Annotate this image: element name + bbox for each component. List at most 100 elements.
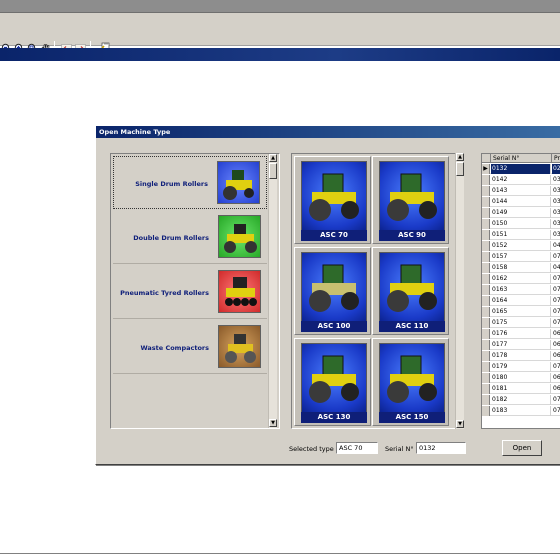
row-selector[interactable] [482, 406, 490, 416]
table-row[interactable]: 015707/ [482, 252, 560, 262]
cell-pro[interactable]: 03/ [552, 208, 560, 218]
table-row[interactable]: 016407/ [482, 296, 560, 306]
cell-serial[interactable]: 0180 [491, 373, 551, 383]
row-selector[interactable] [482, 362, 490, 372]
scroll-thumb[interactable] [269, 163, 277, 179]
cell-pro[interactable]: 06/ [552, 384, 560, 394]
cell-serial[interactable]: 0144 [491, 197, 551, 207]
category-scrollbar[interactable]: ▲ ▼ [268, 154, 277, 428]
cell-pro[interactable]: 07/ [552, 274, 560, 284]
cell-serial[interactable]: 0151 [491, 230, 551, 240]
category-single-drum-rollers[interactable]: Single Drum Rollers [113, 156, 267, 209]
row-selector[interactable] [482, 252, 490, 262]
cell-serial[interactable]: 0183 [491, 406, 551, 416]
cell-serial[interactable]: 0142 [491, 175, 551, 185]
cell-serial[interactable]: 0163 [491, 285, 551, 295]
model-tile-asc-110[interactable]: ASC 110 [372, 247, 449, 335]
row-selector[interactable] [482, 263, 490, 273]
row-selector[interactable] [482, 186, 490, 196]
row-selector[interactable] [482, 318, 490, 328]
cell-pro[interactable]: 02/ [552, 164, 560, 174]
table-row[interactable]: 016507/ [482, 307, 560, 317]
table-row[interactable]: 017606/ [482, 329, 560, 339]
row-selector[interactable] [482, 329, 490, 339]
row-selector[interactable] [482, 219, 490, 229]
cell-serial[interactable]: 0164 [491, 296, 551, 306]
row-selector[interactable] [482, 208, 490, 218]
cell-serial[interactable]: 0165 [491, 307, 551, 317]
cell-serial[interactable]: 0149 [491, 208, 551, 218]
cell-pro[interactable]: 07/ [552, 296, 560, 306]
cell-pro[interactable]: 03/ [552, 186, 560, 196]
cell-pro[interactable]: 06/ [552, 329, 560, 339]
category-pneumatic-tyred-rollers[interactable]: Pneumatic Tyred Rollers [113, 266, 267, 319]
row-selector[interactable] [482, 296, 490, 306]
cell-pro[interactable]: 07/ [552, 318, 560, 328]
cell-pro[interactable]: 07/ [552, 406, 560, 416]
cell-serial[interactable]: 0177 [491, 340, 551, 350]
cell-serial[interactable]: 0162 [491, 274, 551, 284]
row-selector[interactable] [482, 351, 490, 361]
cell-pro[interactable]: 03/ [552, 175, 560, 185]
cell-pro[interactable]: 04/ [552, 241, 560, 251]
row-selector[interactable] [482, 307, 490, 317]
model-tile-asc-70[interactable]: ASC 70 [294, 156, 371, 244]
row-selector[interactable] [482, 175, 490, 185]
column-header-serial[interactable]: Serial N° [491, 154, 552, 163]
selected-type-field[interactable]: ASC 70 [336, 442, 378, 454]
cell-serial[interactable]: 0176 [491, 329, 551, 339]
model-tile-asc-100[interactable]: ASC 100 [294, 247, 371, 335]
table-row[interactable]: 014903/ [482, 208, 560, 218]
cell-pro[interactable]: 07/ [552, 362, 560, 372]
model-tile-asc-90[interactable]: ASC 90 [372, 156, 449, 244]
table-row[interactable]: 017706/ [482, 340, 560, 350]
cell-pro[interactable]: 06/ [552, 340, 560, 350]
table-row[interactable]: 018207/ [482, 395, 560, 405]
table-row[interactable]: 014403/ [482, 197, 560, 207]
cell-pro[interactable]: 03/ [552, 219, 560, 229]
category-double-drum-rollers[interactable]: Double Drum Rollers [113, 211, 267, 264]
table-row[interactable]: 018106/ [482, 384, 560, 394]
scroll-up-icon[interactable]: ▲ [269, 154, 277, 162]
category-waste-compactors[interactable]: Waste Compactors [113, 321, 267, 374]
table-row[interactable]: 015204/ [482, 241, 560, 251]
open-button[interactable]: Open [502, 440, 542, 456]
row-selector[interactable] [482, 373, 490, 383]
cell-serial[interactable]: 0157 [491, 252, 551, 262]
cell-serial[interactable]: 0178 [491, 351, 551, 361]
serial-field[interactable]: 0132 [416, 442, 466, 454]
row-selector[interactable] [482, 197, 490, 207]
table-row[interactable]: 017507/ [482, 318, 560, 328]
cell-pro[interactable]: 07/ [552, 395, 560, 405]
table-row[interactable]: 014303/ [482, 186, 560, 196]
column-header-pro[interactable]: Pro [552, 154, 560, 163]
cell-pro[interactable]: 04/ [552, 263, 560, 273]
table-row[interactable]: 014203/ [482, 175, 560, 185]
current-row-indicator-icon[interactable]: ▶ [482, 164, 490, 174]
scroll-up-icon[interactable]: ▲ [456, 153, 464, 161]
table-row[interactable]: 017907/ [482, 362, 560, 372]
cell-pro[interactable]: 07/ [552, 252, 560, 262]
row-selector[interactable] [482, 230, 490, 240]
scroll-down-icon[interactable]: ▼ [456, 420, 464, 428]
cell-pro[interactable]: 03/ [552, 230, 560, 240]
table-row[interactable]: 018307/ [482, 406, 560, 416]
row-selector[interactable] [482, 274, 490, 284]
row-selector[interactable] [482, 395, 490, 405]
cell-pro[interactable]: 07/ [552, 307, 560, 317]
table-row[interactable]: 015804/ [482, 263, 560, 273]
cell-serial[interactable]: 0158 [491, 263, 551, 273]
row-selector[interactable] [482, 340, 490, 350]
row-selector[interactable] [482, 285, 490, 295]
cell-serial[interactable]: 0175 [491, 318, 551, 328]
table-row[interactable]: 016207/ [482, 274, 560, 284]
cell-serial[interactable]: 0179 [491, 362, 551, 372]
table-row[interactable]: 015003/ [482, 219, 560, 229]
table-row[interactable]: 018006/ [482, 373, 560, 383]
cell-pro[interactable]: 06/ [552, 373, 560, 383]
model-tile-asc-150[interactable]: ASC 150 [372, 338, 449, 426]
cell-serial[interactable]: 0181 [491, 384, 551, 394]
model-scrollbar[interactable]: ▲ ▼ [455, 153, 464, 429]
scroll-down-icon[interactable]: ▼ [269, 419, 277, 427]
cell-serial[interactable]: 0143 [491, 186, 551, 196]
